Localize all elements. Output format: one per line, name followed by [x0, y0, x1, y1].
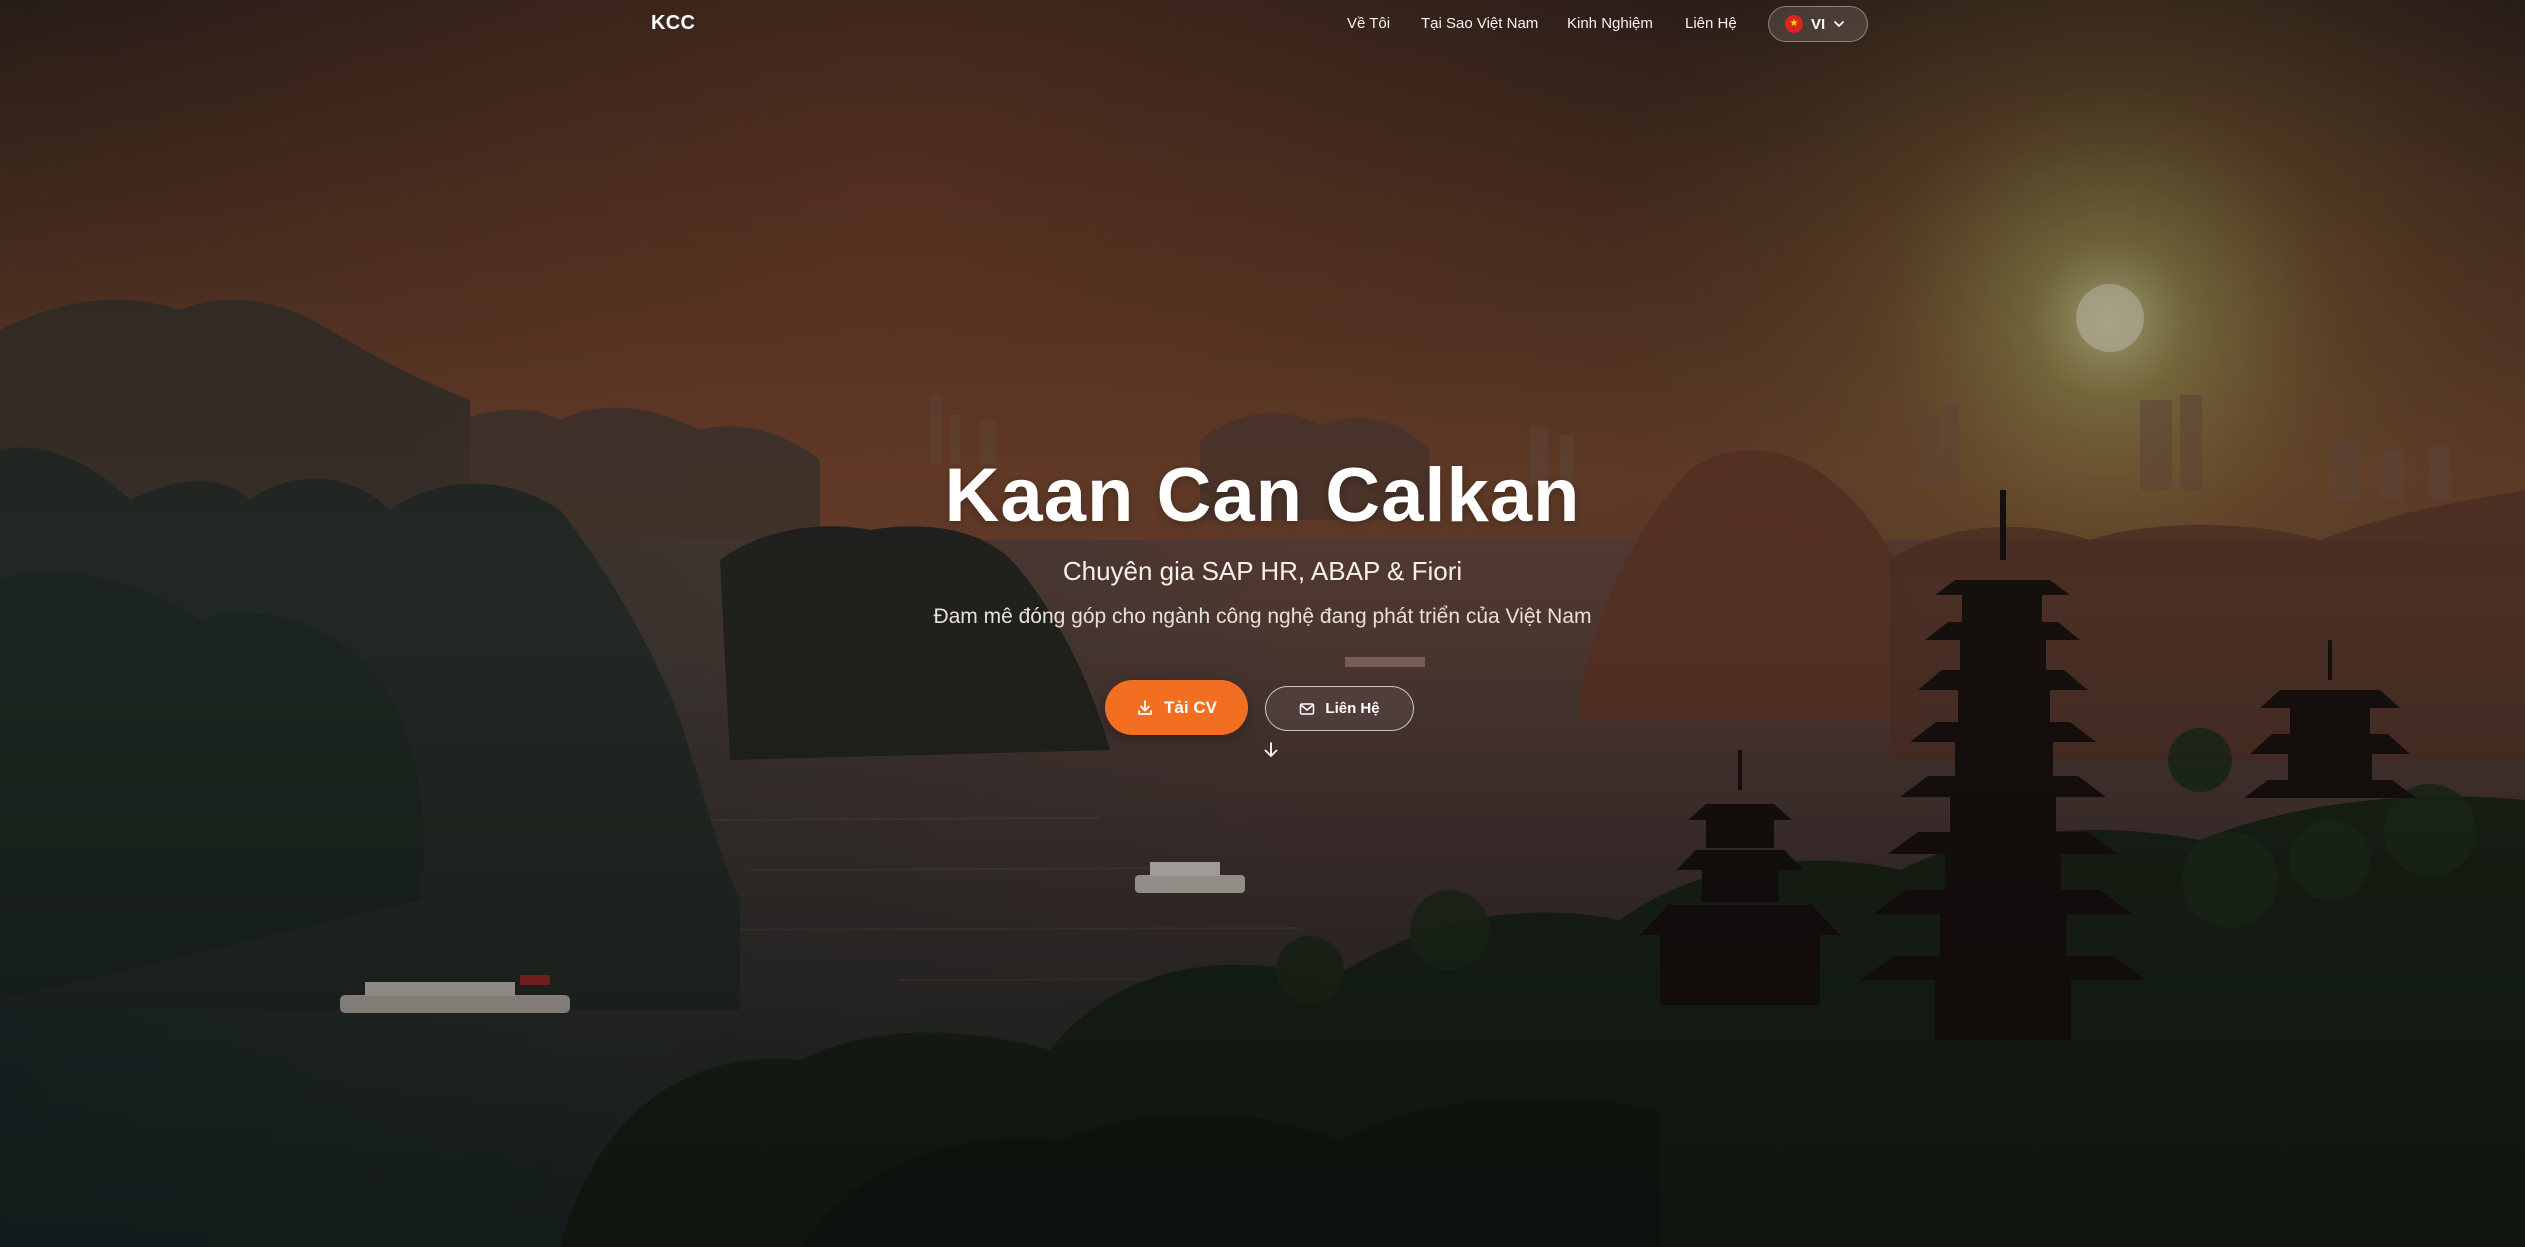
- top-navbar: KCC Về Tôi Tại Sao Việt Nam Kinh Nghiệm …: [0, 0, 2525, 50]
- site-logo[interactable]: KCC: [651, 12, 695, 35]
- hero-section: KCC Về Tôi Tại Sao Việt Nam Kinh Nghiệm …: [0, 0, 2525, 1247]
- hero-name: Kaan Can Calkan: [944, 453, 1581, 538]
- nav-item-why-vietnam[interactable]: Tại Sao Việt Nam: [1421, 15, 1538, 32]
- nav-item-about[interactable]: Về Tôi: [1347, 15, 1390, 32]
- download-icon: [1136, 699, 1154, 717]
- contact-button-label: Liên Hệ: [1325, 700, 1380, 717]
- vietnam-flag-icon: [1785, 15, 1803, 33]
- contact-button[interactable]: Liên Hệ: [1265, 686, 1414, 731]
- language-selector[interactable]: VI: [1768, 6, 1868, 42]
- download-cv-button[interactable]: Tải CV: [1105, 680, 1248, 735]
- chevron-down-icon: [1833, 18, 1845, 30]
- download-cv-label: Tải CV: [1164, 697, 1217, 717]
- hero-tagline: Đam mê đóng góp cho ngành công nghệ đang…: [933, 605, 1592, 628]
- nav-item-contact[interactable]: Liên Hệ: [1685, 15, 1737, 32]
- mail-icon: [1299, 702, 1315, 716]
- language-current-label: VI: [1811, 15, 1826, 33]
- nav-item-experience[interactable]: Kinh Nghiệm: [1567, 15, 1653, 32]
- arrow-down-icon[interactable]: [1261, 740, 1281, 760]
- hero-subtitle: Chuyên gia SAP HR, ABAP & Fiori: [1062, 556, 1463, 586]
